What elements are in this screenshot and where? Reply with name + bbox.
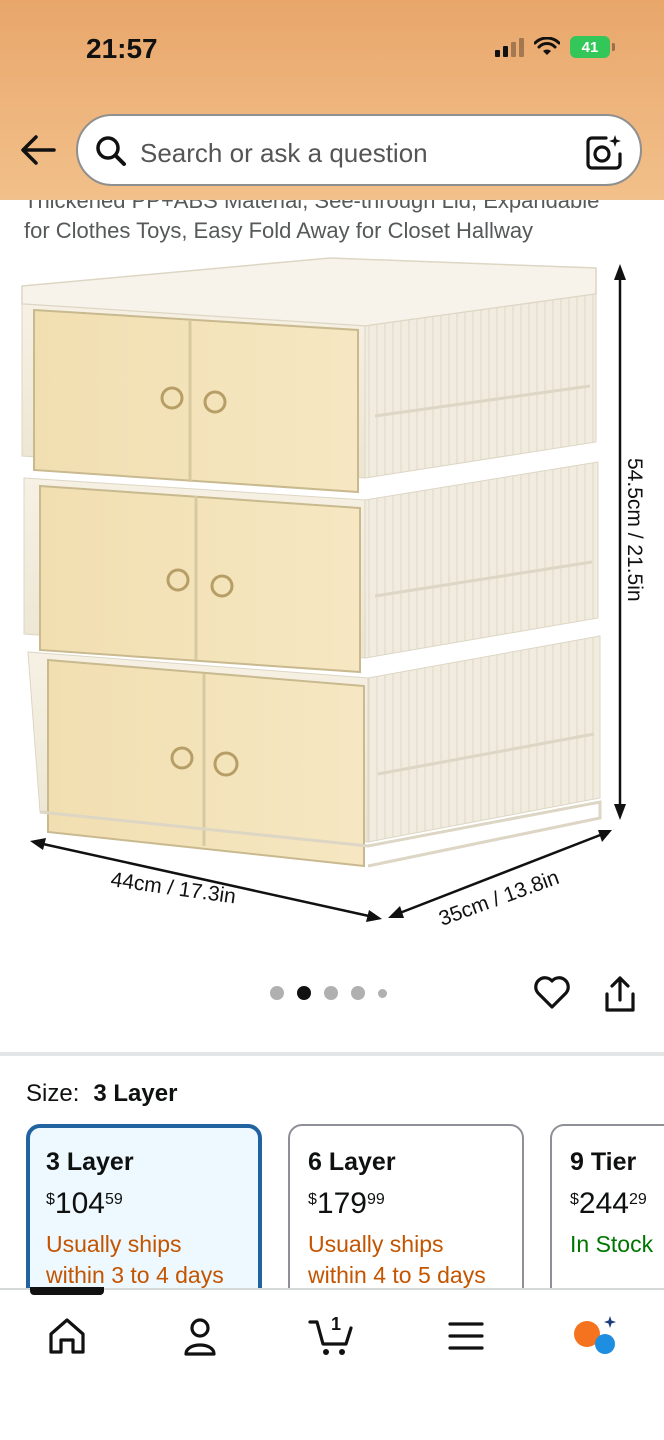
menu-icon[interactable] xyxy=(444,1314,488,1358)
size-row: Size: 3 Layer xyxy=(26,1080,177,1108)
search-input[interactable]: Search or ask a question xyxy=(76,114,642,186)
top-header: 21:57 41 Search or ask a question xyxy=(0,0,664,200)
width-label: 44cm / 17.3in xyxy=(109,868,237,908)
battery-level: 41 xyxy=(581,38,599,56)
option-shipping: Usually ships within 4 to 5 days xyxy=(308,1231,486,1288)
wifi-icon xyxy=(534,37,560,55)
status-icons: 41 xyxy=(495,36,615,58)
option-stock-status: In Stock xyxy=(570,1231,654,1257)
option-price: $244 29 xyxy=(570,1187,647,1220)
battery-icon: 41 xyxy=(570,36,615,58)
signal-icon xyxy=(495,37,524,57)
pager-dot[interactable] xyxy=(351,986,365,1000)
option-name: 9 Tier xyxy=(570,1148,637,1176)
share-icon[interactable] xyxy=(602,974,638,1014)
product-title-line2: for Clothes Toys, Easy Fold Away for Clo… xyxy=(24,218,534,243)
pager-dot[interactable] xyxy=(324,986,338,1000)
size-selected-value: 3 Layer xyxy=(93,1080,178,1107)
back-arrow-icon[interactable] xyxy=(18,132,58,168)
search-icon xyxy=(96,136,126,166)
section-divider xyxy=(0,1052,664,1056)
product-image[interactable]: 54.5cm / 21.5in 44cm / 17.3in 35cm / 13.… xyxy=(0,246,664,946)
account-icon[interactable] xyxy=(178,1314,222,1358)
option-price: $179 99 xyxy=(308,1187,385,1220)
nav-active-indicator xyxy=(30,1287,104,1295)
pager-dot-active[interactable] xyxy=(297,986,311,1000)
option-shipping: Usually ships within 3 to 4 days xyxy=(46,1231,224,1288)
image-pager-dots[interactable] xyxy=(270,986,387,1000)
cart-count: 1 xyxy=(331,1314,342,1334)
status-time: 21:57 xyxy=(86,33,158,64)
option-name: 6 Layer xyxy=(308,1148,396,1176)
layer-1 xyxy=(21,293,597,494)
dimension-height: 54.5cm / 21.5in xyxy=(614,264,646,820)
camera-lens-icon[interactable] xyxy=(584,132,624,172)
option-name: 3 Layer xyxy=(46,1148,134,1176)
pager-dot[interactable] xyxy=(378,988,387,998)
size-label: Size: xyxy=(26,1080,80,1107)
heart-icon[interactable] xyxy=(532,972,572,1012)
layer-3 xyxy=(27,635,602,868)
home-icon[interactable] xyxy=(45,1314,89,1358)
option-price: $104 59 xyxy=(46,1187,123,1220)
layer-2 xyxy=(23,461,599,674)
rufus-icon[interactable] xyxy=(572,1314,616,1358)
bottom-nav: 1 xyxy=(0,1287,664,1440)
search-placeholder: Search or ask a question xyxy=(140,138,428,168)
pager-dot[interactable] xyxy=(270,986,284,1000)
height-label: 54.5cm / 21.5in xyxy=(623,458,646,602)
dimension-depth: 35cm / 13.8in xyxy=(388,830,612,931)
